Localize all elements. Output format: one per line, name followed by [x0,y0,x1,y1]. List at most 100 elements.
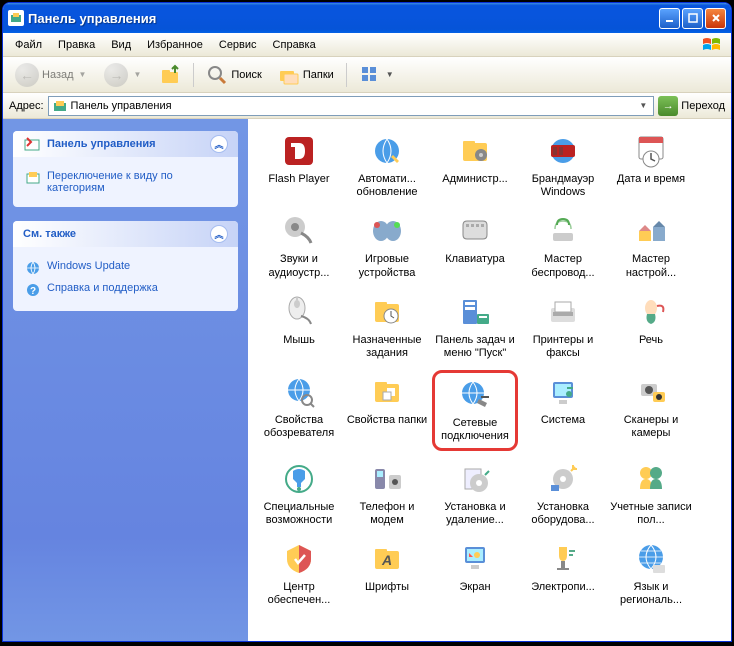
go-arrow-icon: → [658,96,678,116]
cpl-label: Назначенные задания [346,334,428,360]
panel-header-control[interactable]: Панель управления ︽ [13,131,238,157]
folders-button[interactable]: Папки [272,62,340,88]
cpl-item-12[interactable]: Панель задач и меню "Пуск" [432,290,518,364]
window-title: Панель управления [28,11,659,26]
search-button[interactable]: Поиск [200,62,267,88]
cpl-item-3[interactable]: Брандмауэр Windows [520,129,606,203]
cpl-item-7[interactable]: Клавиатура [432,209,518,283]
collapse-icon[interactable]: ︽ [210,225,228,243]
cpl-item-2[interactable]: Администр... [432,129,518,203]
cpl-label: Свойства папки [347,414,427,427]
cpl-item-25[interactable]: Центр обеспечен... [256,537,342,611]
cpl-item-1[interactable]: Автомати... обновление [344,129,430,203]
cpl-item-20[interactable]: Специальные возможности [256,457,342,531]
views-button[interactable]: ▼ [353,62,402,88]
cpl-item-22[interactable]: Установка и удаление... [432,457,518,531]
cpl-item-5[interactable]: Звуки и аудиоустр... [256,209,342,283]
address-input[interactable] [71,100,634,112]
back-label: Назад [42,69,74,81]
menu-view[interactable]: Вид [103,37,139,53]
cpl-item-29[interactable]: Язык и региональ... [608,537,694,611]
control-panel-icon [23,135,41,153]
cpl-item-27[interactable]: Экран [432,537,518,611]
close-button[interactable] [705,8,726,29]
panel-header-seealso[interactable]: См. также ︽ [13,221,238,247]
address-dropdown-icon[interactable]: ▼ [637,101,649,110]
cpl-item-17[interactable]: Сетевые подключения [432,370,518,450]
cpl-item-18[interactable]: Система [520,370,606,450]
window-controls [659,8,726,29]
cpl-label: Брандмауэр Windows [522,173,604,199]
minimize-button[interactable] [659,8,680,29]
cpl-icon [369,374,405,410]
cpl-label: Специальные возможности [258,501,340,527]
cpl-item-9[interactable]: Мастер настрой... [608,209,694,283]
cpl-item-0[interactable]: Flash Player [256,129,342,203]
search-label: Поиск [231,69,261,81]
cpl-label: Система [541,414,585,427]
cpl-icon [545,213,581,249]
cpl-item-26[interactable]: AШрифты [344,537,430,611]
cpl-icon [545,541,581,577]
cpl-label: Панель задач и меню "Пуск" [434,334,516,360]
cpl-label: Установка оборудова... [522,501,604,527]
search-icon [206,64,228,86]
address-field[interactable]: ▼ [48,96,655,116]
cpl-item-16[interactable]: Свойства папки [344,370,430,450]
window-body: Панель управления ︽ Переключение к виду … [3,119,731,641]
cpl-item-21[interactable]: Телефон и модем [344,457,430,531]
svg-text:A: A [381,552,392,568]
collapse-icon[interactable]: ︽ [210,135,228,153]
views-icon [359,64,381,86]
link-label: Переключение к виду по категориям [47,170,226,194]
cpl-label: Звуки и аудиоустр... [258,253,340,279]
menu-file[interactable]: Файл [7,37,50,53]
maximize-button[interactable] [682,8,703,29]
cpl-item-28[interactable]: Электропи... [520,537,606,611]
cpl-icon [545,461,581,497]
cpl-icon [633,294,669,330]
cpl-label: Речь [639,334,663,347]
cpl-item-15[interactable]: Свойства обозревателя [256,370,342,450]
link-label: Windows Update [47,260,130,272]
cpl-item-14[interactable]: Речь [608,290,694,364]
go-button[interactable]: → Переход [658,96,725,116]
panel-title: См. также [23,228,76,240]
cpl-label: Клавиатура [445,253,505,266]
cpl-label: Мастер беспровод... [522,253,604,279]
cpl-item-6[interactable]: Игровые устройства [344,209,430,283]
forward-dropdown-icon: ▼ [131,70,143,79]
link-windows-update[interactable]: Windows Update [25,257,226,279]
panel-title: Панель управления [47,138,156,150]
up-button[interactable] [153,62,187,88]
cpl-label: Язык и региональ... [610,581,692,607]
cpl-icon [281,133,317,169]
cpl-label: Телефон и модем [346,501,428,527]
cpl-icon [457,541,493,577]
forward-button: → ▼ [98,61,149,89]
cpl-label: Экран [459,581,490,594]
cpl-icon [633,213,669,249]
cpl-item-11[interactable]: Назначенные задания [344,290,430,364]
cpl-icon [633,541,669,577]
cpl-label: Flash Player [268,173,329,186]
cpl-icon [633,374,669,410]
cpl-item-19[interactable]: Сканеры и камеры [608,370,694,450]
link-help-support[interactable]: ? Справка и поддержка [25,279,226,301]
cpl-item-13[interactable]: Принтеры и факсы [520,290,606,364]
cpl-item-10[interactable]: Мышь [256,290,342,364]
cpl-item-24[interactable]: Учетные записи пол... [608,457,694,531]
menu-edit[interactable]: Правка [50,37,103,53]
link-category-view[interactable]: Переключение к виду по категориям [25,167,226,197]
cpl-item-23[interactable]: Установка оборудова... [520,457,606,531]
menu-help[interactable]: Справка [265,37,324,53]
menu-tools[interactable]: Сервис [211,37,265,53]
cpl-icon [457,213,493,249]
cpl-item-8[interactable]: Мастер беспровод... [520,209,606,283]
go-label: Переход [681,100,725,112]
titlebar[interactable]: Панель управления [3,3,731,33]
menu-favorites[interactable]: Избранное [139,37,211,53]
cpl-item-4[interactable]: Дата и время [608,129,694,203]
folder-up-icon [159,64,181,86]
views-dropdown-icon: ▼ [384,70,396,79]
